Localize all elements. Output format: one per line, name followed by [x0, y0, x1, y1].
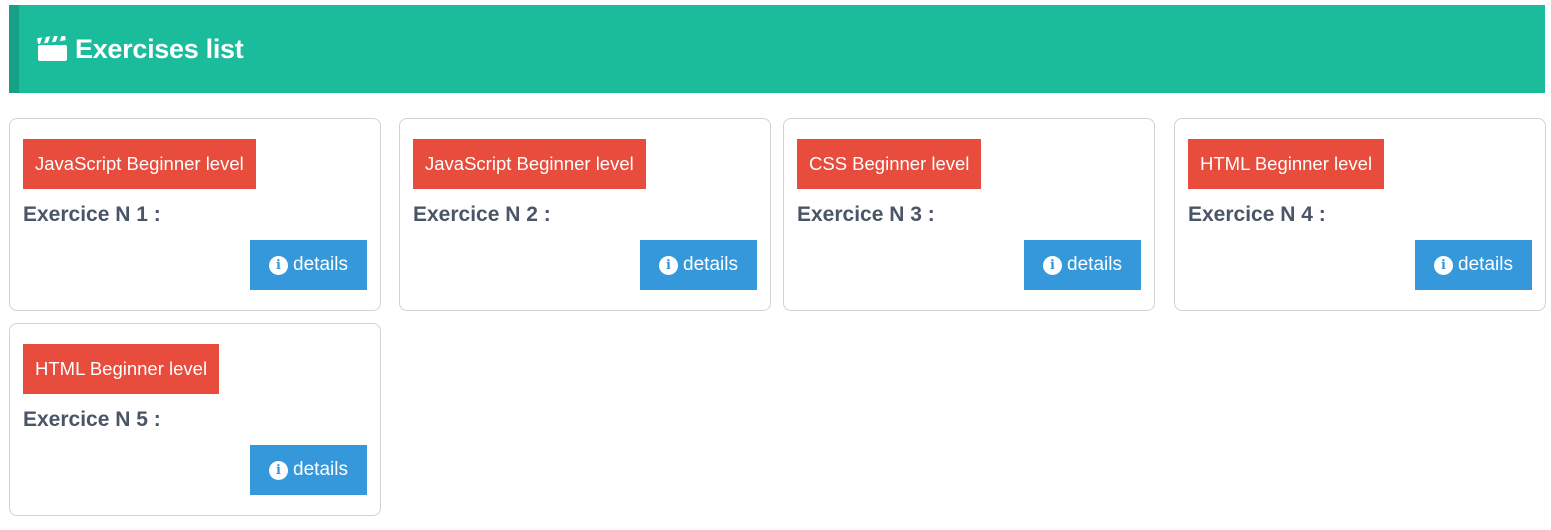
page-header: Exercises list	[9, 5, 1545, 93]
info-circle-icon: i	[659, 255, 679, 275]
details-button-label: details	[1458, 254, 1513, 275]
info-circle-icon: i	[1434, 255, 1454, 275]
exercise-card: JavaScript Beginner level Exercice N 1 :…	[9, 118, 381, 311]
details-button[interactable]: i details	[250, 240, 367, 290]
details-button[interactable]: i details	[250, 445, 367, 495]
clapperboard-icon	[37, 36, 68, 62]
level-badge: CSS Beginner level	[797, 139, 982, 189]
info-circle-icon: i	[269, 255, 289, 275]
page-title: Exercises list	[75, 33, 244, 64]
exercise-title: Exercice N 4 :	[1188, 203, 1326, 226]
exercise-title: Exercice N 1 :	[23, 203, 161, 226]
level-badge: HTML Beginner level	[23, 344, 220, 394]
info-circle-icon: i	[269, 460, 289, 480]
info-circle-icon: i	[1043, 255, 1063, 275]
exercise-title: Exercice N 2 :	[413, 203, 551, 226]
details-button-label: details	[293, 459, 348, 480]
details-button[interactable]: i details	[1024, 240, 1141, 290]
exercise-title: Exercice N 5 :	[23, 408, 161, 431]
level-badge: JavaScript Beginner level	[23, 139, 256, 189]
details-button[interactable]: i details	[1415, 240, 1532, 290]
exercise-card: HTML Beginner level Exercice N 4 : i det…	[1174, 118, 1546, 311]
level-badge: HTML Beginner level	[1188, 139, 1385, 189]
exercise-title: Exercice N 3 :	[797, 203, 935, 226]
details-button-label: details	[293, 254, 348, 275]
details-button-label: details	[683, 254, 738, 275]
exercise-card: JavaScript Beginner level Exercice N 2 :…	[399, 118, 771, 311]
details-button[interactable]: i details	[640, 240, 757, 290]
level-badge: JavaScript Beginner level	[413, 139, 646, 189]
exercise-card: CSS Beginner level Exercice N 3 : i deta…	[783, 118, 1155, 311]
exercise-card: HTML Beginner level Exercice N 5 : i det…	[9, 323, 381, 516]
details-button-label: details	[1067, 254, 1122, 275]
